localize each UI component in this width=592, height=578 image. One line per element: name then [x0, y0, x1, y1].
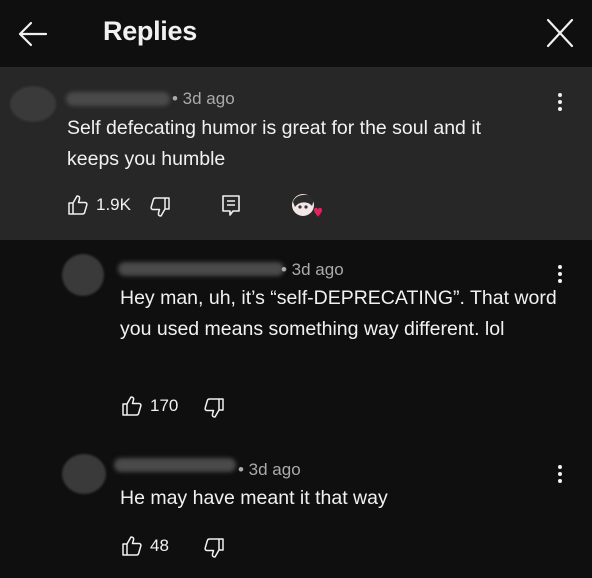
arrow-left-icon [18, 21, 48, 47]
thumbs-up-icon [68, 195, 88, 215]
back-button[interactable] [14, 18, 50, 50]
like-button[interactable]: 48 [120, 534, 169, 558]
comment-text: Hey man, uh, it’s “self-DEPRECATING”. Th… [120, 287, 557, 340]
like-button[interactable]: 1.9K [66, 193, 131, 217]
comment-timestamp: • 3d ago [281, 260, 344, 279]
thumbs-down-icon [150, 197, 170, 217]
thumbs-down-icon [204, 398, 224, 418]
close-icon [546, 18, 574, 48]
creator-heart-badge [290, 192, 324, 222]
creator-heart-icon [292, 194, 322, 217]
avatar[interactable] [62, 254, 104, 296]
avatar[interactable] [10, 86, 56, 122]
username-redacted [114, 458, 236, 472]
dislike-button[interactable] [202, 536, 226, 560]
reply-button[interactable] [220, 194, 242, 218]
thumbs-up-icon [122, 536, 142, 556]
comment-reply-icon [222, 195, 240, 216]
replies-header: Replies [0, 0, 592, 68]
thumbs-up-icon [122, 396, 142, 416]
avatar[interactable] [62, 454, 106, 494]
comment-text: He may have meant it that way [120, 487, 388, 509]
page-title: Replies [103, 16, 197, 46]
reply-comment: • 3d ago Hey man, uh, it’s “self-DEPRECA… [0, 240, 592, 430]
thumbs-down-icon [204, 538, 224, 558]
like-count: 170 [150, 396, 179, 415]
close-button[interactable] [540, 16, 580, 52]
parent-comment: • 3d ago Self defecating humor is great … [0, 68, 592, 240]
like-count: 1.9K [96, 195, 131, 214]
comment-text: Self defecating humor is great for the s… [67, 117, 482, 170]
like-count: 48 [150, 536, 169, 555]
username-redacted [118, 262, 284, 276]
comment-timestamp: • 3d ago [172, 89, 235, 108]
comment-timestamp: • 3d ago [238, 460, 301, 479]
like-button[interactable]: 170 [120, 394, 178, 418]
username-redacted [66, 92, 170, 106]
dislike-button[interactable] [202, 396, 226, 420]
dislike-button[interactable] [148, 195, 172, 219]
more-options-button[interactable] [550, 91, 570, 117]
reply-comment: • 3d ago He may have meant it that way 4… [0, 440, 592, 578]
